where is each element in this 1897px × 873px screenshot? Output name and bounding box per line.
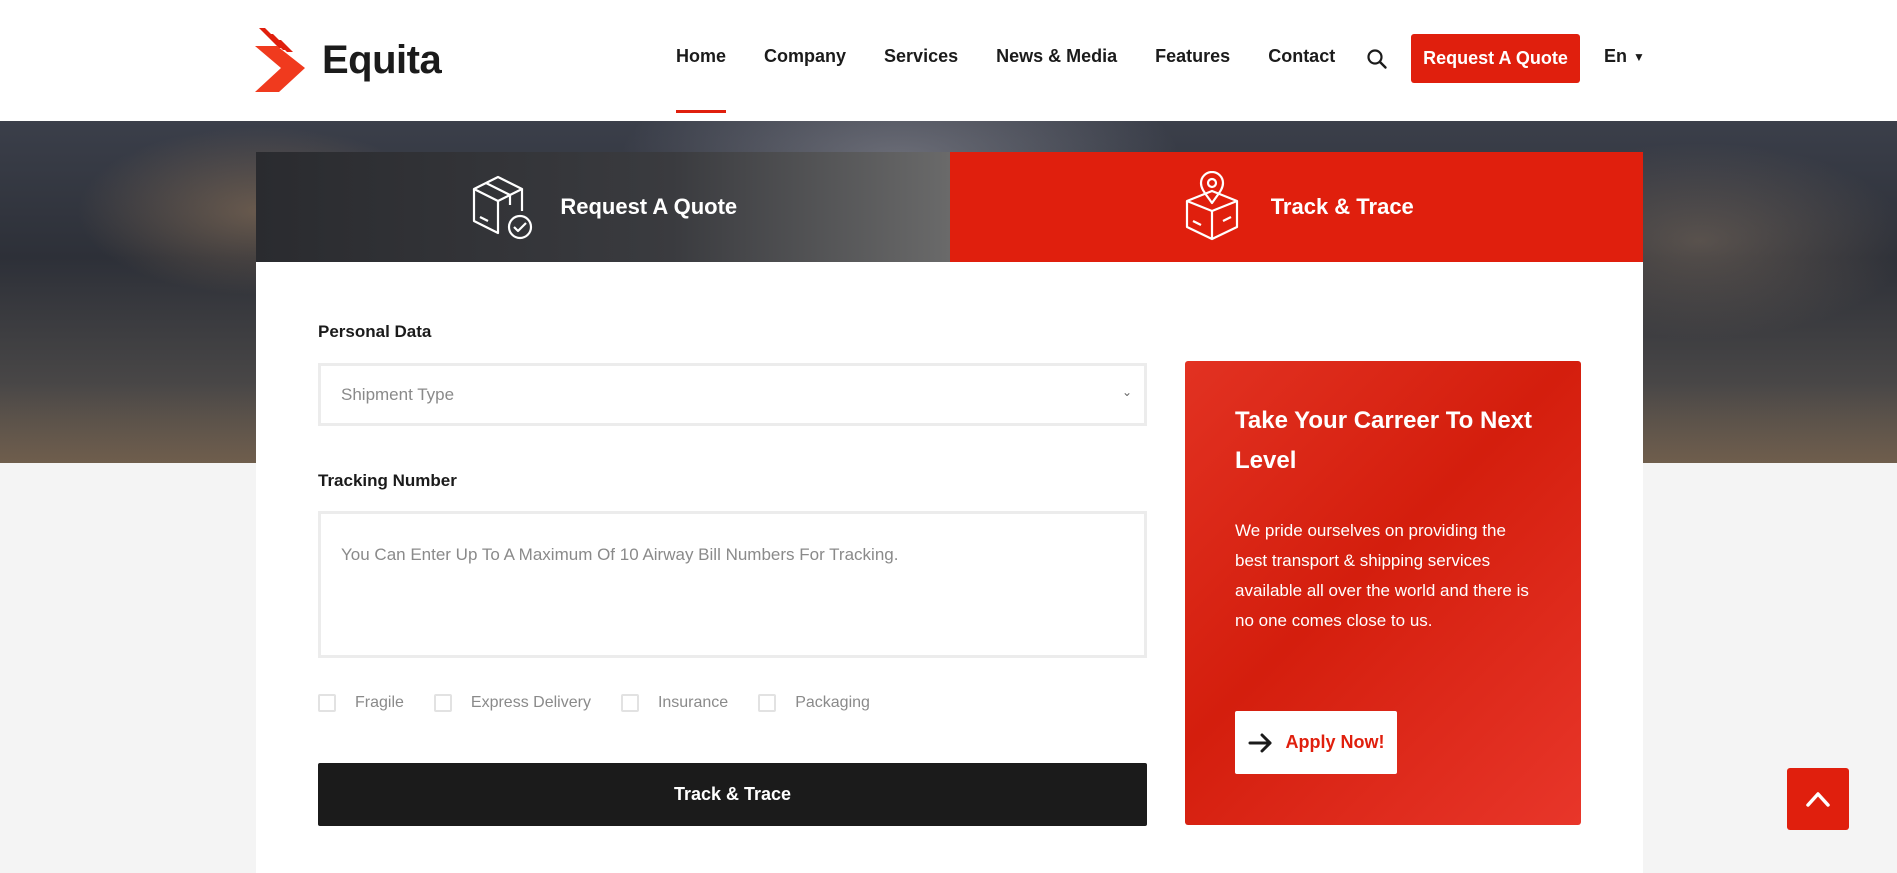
request-quote-button[interactable]: Request A Quote: [1411, 34, 1580, 83]
checkbox-label: Express Delivery: [470, 694, 591, 711]
checkbox-label: Insurance: [657, 694, 729, 711]
language-selector[interactable]: En ▼: [1604, 46, 1645, 67]
arrow-right-icon: [1248, 733, 1271, 752]
checkbox-insurance[interactable]: Insurance: [620, 694, 729, 712]
tracking-number-placeholder: You Can Enter Up To A Maximum Of 10 Airw…: [341, 545, 899, 564]
brand-name: Equita: [322, 37, 442, 82]
nav-item-features[interactable]: Features: [1155, 0, 1230, 117]
apply-now-button[interactable]: Apply Now!: [1235, 711, 1397, 774]
nav-item-news-media[interactable]: News & Media: [996, 0, 1117, 117]
checkbox-box[interactable]: [620, 694, 639, 712]
track-trace-submit-button[interactable]: Track & Trace: [318, 763, 1147, 826]
checkbox-label: Packaging: [795, 694, 870, 711]
chevron-up-icon: [1806, 792, 1830, 807]
chevron-down-icon: ▼: [1633, 49, 1645, 64]
tracking-number-input[interactable]: You Can Enter Up To A Maximum Of 10 Airw…: [318, 511, 1147, 658]
shipment-type-select[interactable]: Shipment Type ⌄: [318, 363, 1147, 426]
checkbox-box[interactable]: [318, 694, 336, 712]
apply-now-label: Apply Now!: [1285, 732, 1385, 752]
nav-item-services[interactable]: Services: [884, 0, 958, 117]
career-promo-card: Take Your Carreer To Next Level We pride…: [1185, 361, 1581, 825]
nav-item-home[interactable]: Home: [676, 0, 727, 117]
checkbox-express-delivery[interactable]: Express Delivery: [433, 694, 591, 712]
tracking-number-label: Tracking Number: [318, 471, 457, 490]
site-header: Equita Home Company Services News & Medi…: [0, 0, 1897, 121]
checkbox-box[interactable]: [433, 694, 452, 712]
nav-item-contact[interactable]: Contact: [1268, 0, 1335, 117]
main-nav: Home Company Services News & Media Featu…: [676, 0, 1373, 121]
personal-data-label: Personal Data: [318, 322, 432, 341]
checkbox-box[interactable]: [758, 694, 777, 712]
logo-icon: [255, 28, 305, 92]
nav-item-company[interactable]: Company: [764, 0, 846, 117]
logo[interactable]: Equita: [255, 28, 442, 92]
form-tabs: Request A Quote Track & Trace: [256, 152, 1643, 262]
shipment-type-placeholder: Shipment Type: [341, 385, 455, 404]
tab-label: Track & Trace: [1270, 194, 1414, 219]
checkbox-packaging[interactable]: Packaging: [758, 694, 870, 712]
checkbox-fragile[interactable]: Fragile: [318, 694, 404, 712]
tracking-form-card: Personal Data Shipment Type ⌄ Tracking N…: [256, 262, 1643, 873]
chevron-down-icon: ⌄: [1121, 385, 1132, 399]
language-label: En: [1604, 46, 1628, 66]
checkbox-label: Fragile: [355, 694, 404, 711]
options-checkboxes: Fragile Express Delivery Insurance Packa…: [318, 694, 900, 712]
tab-request-quote[interactable]: Request A Quote: [256, 152, 950, 262]
promo-text: We pride ourselves on providing the best…: [1235, 521, 1529, 630]
tab-label: Request A Quote: [560, 194, 738, 219]
tab-track-trace[interactable]: Track & Trace: [949, 152, 1643, 262]
back-to-top-button[interactable]: [1787, 768, 1849, 830]
search-icon[interactable]: [1366, 48, 1388, 70]
box-check-icon: [473, 175, 533, 240]
box-location-icon: [1185, 171, 1238, 241]
promo-title: Take Your Carreer To Next Level: [1235, 407, 1532, 474]
